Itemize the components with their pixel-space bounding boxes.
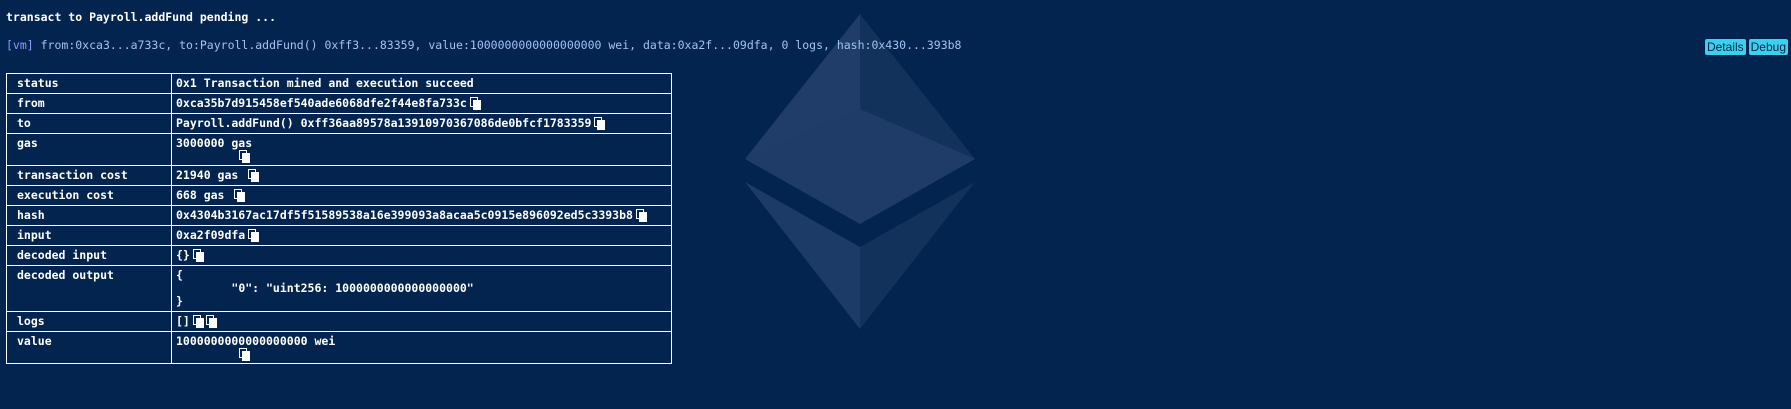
input-value: 0xa2f09dfa <box>171 225 672 246</box>
decoded-output-value: { "0": "uint256: 1000000000000000000"} <box>171 265 672 312</box>
to-value: Payroll.addFund() 0xff36aa89578a13910970… <box>171 113 672 134</box>
copy-icon[interactable] <box>192 315 204 328</box>
decoded-output-close: } <box>176 294 183 308</box>
table-row: decoded output { "0": "uint256: 10000000… <box>6 265 672 312</box>
logs-text: [] <box>176 314 190 328</box>
log-actions: Details Debug <box>1704 39 1788 55</box>
decoded-output-label: decoded output <box>6 265 172 312</box>
gas-text: 3000000 gas <box>176 136 253 150</box>
copy-icon[interactable] <box>192 249 204 262</box>
transaction-cost-text: 21940 gas <box>176 168 239 182</box>
from-address: 0xca35b7d915458ef540ade6068dfe2f44e8fa73… <box>176 96 467 110</box>
copy-icon[interactable] <box>205 315 217 328</box>
logs-label: logs <box>6 311 172 332</box>
table-row: execution cost 668 gas <box>6 185 672 206</box>
value-text: 1000000000000000000 wei <box>176 334 336 348</box>
input-text: 0xa2f09dfa <box>176 228 246 242</box>
from-label: from <box>6 93 172 114</box>
table-row: logs [] <box>6 311 672 332</box>
status-value: 0x1 Transaction mined and execution succ… <box>171 73 672 94</box>
table-row: gas 3000000 gas <box>6 133 672 166</box>
table-row: status 0x1 Transaction mined and executi… <box>6 73 672 94</box>
transaction-details-table: status 0x1 Transaction mined and executi… <box>6 73 672 364</box>
debug-button[interactable]: Debug <box>1748 39 1788 55</box>
table-row: transaction cost 21940 gas <box>6 165 672 186</box>
table-row: hash 0x4304b3167ac17df5f51589538a16e3990… <box>6 205 672 226</box>
execution-cost-label: execution cost <box>6 185 172 206</box>
hash-label: hash <box>6 205 172 226</box>
copy-icon[interactable] <box>248 229 260 242</box>
to-address: Payroll.addFund() 0xff36aa89578a13910970… <box>176 116 592 130</box>
copy-icon[interactable] <box>239 348 250 361</box>
gas-value: 3000000 gas <box>171 133 672 166</box>
table-row: input 0xa2f09dfa <box>6 225 672 246</box>
hash-text: 0x4304b3167ac17df5f51589538a16e399093a8a… <box>176 208 633 222</box>
copy-icon[interactable] <box>635 209 647 222</box>
execution-cost-value: 668 gas <box>171 185 672 206</box>
transaction-log-line[interactable]: [vm] from:0xca3...a733c, to:Payroll.addF… <box>6 38 961 52</box>
from-value: 0xca35b7d915458ef540ade6068dfe2f44e8fa73… <box>171 93 672 114</box>
gas-label: gas <box>6 133 172 166</box>
table-row: value 1000000000000000000 wei <box>6 331 672 364</box>
table-row: decoded input {} <box>6 245 672 266</box>
table-row: from 0xca35b7d915458ef540ade6068dfe2f44e… <box>6 93 672 114</box>
transaction-cost-label: transaction cost <box>6 165 172 186</box>
decoded-input-label: decoded input <box>6 245 172 266</box>
log-summary: from:0xca3...a733c, to:Payroll.addFund()… <box>33 38 962 52</box>
hash-value: 0x4304b3167ac17df5f51589538a16e399093a8a… <box>171 205 672 226</box>
logs-value: [] <box>171 311 672 332</box>
decoded-input-value: {} <box>171 245 672 266</box>
copy-icon[interactable] <box>594 117 606 130</box>
details-button[interactable]: Details <box>1704 39 1746 55</box>
input-label: input <box>6 225 172 246</box>
copy-icon[interactable] <box>248 169 260 182</box>
execution-cost-text: 668 gas <box>176 188 225 202</box>
to-label: to <box>6 113 172 134</box>
copy-icon[interactable] <box>234 189 246 202</box>
ethereum-logo <box>745 14 975 329</box>
pending-status: transact to Payroll.addFund pending ... <box>6 10 277 24</box>
value-value: 1000000000000000000 wei <box>171 331 672 364</box>
status-label: status <box>6 73 172 94</box>
table-row: to Payroll.addFund() 0xff36aa89578a13910… <box>6 113 672 134</box>
copy-icon[interactable] <box>239 150 250 163</box>
decoded-output-entry: "0": "uint256: 1000000000000000000" <box>176 281 474 295</box>
status-text: 0x1 Transaction mined and execution succ… <box>176 76 474 90</box>
vm-tag: [vm] <box>6 38 34 52</box>
value-label: value <box>6 331 172 364</box>
copy-icon[interactable] <box>469 97 481 110</box>
decoded-input-text: {} <box>176 248 190 262</box>
transaction-cost-value: 21940 gas <box>171 165 672 186</box>
